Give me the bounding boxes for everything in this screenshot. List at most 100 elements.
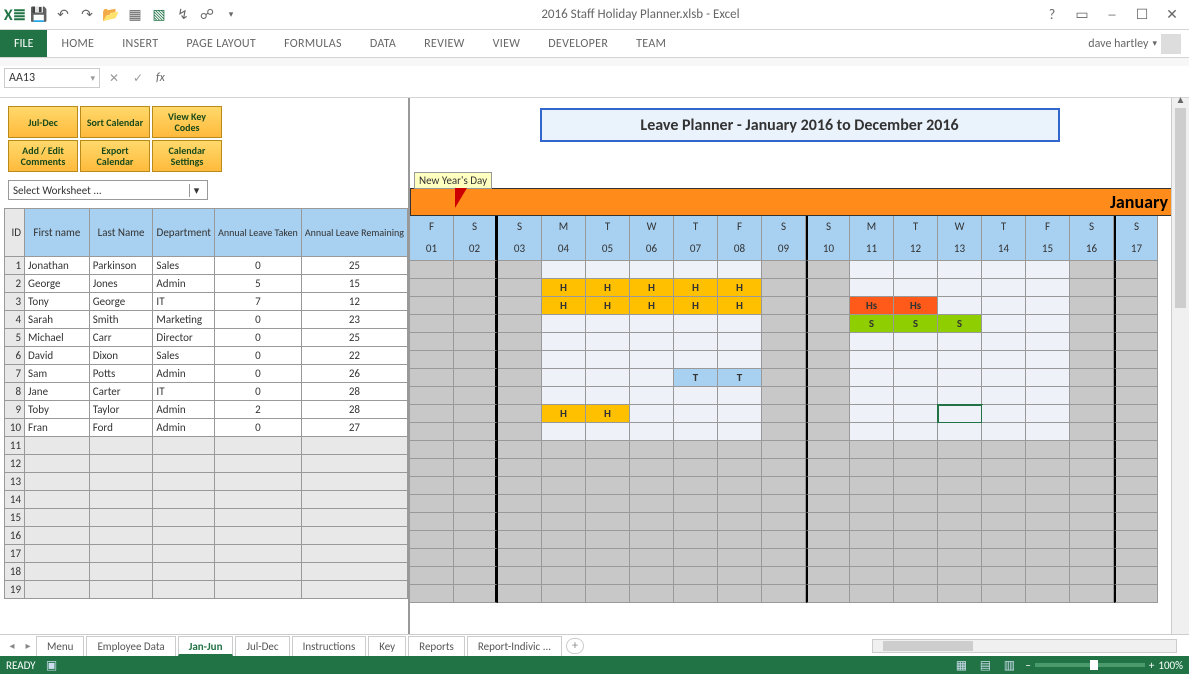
table-row[interactable]: 18: [5, 563, 408, 581]
help-icon[interactable]: ?: [1039, 5, 1065, 25]
cal-cell[interactable]: [1114, 297, 1158, 315]
cal-cell[interactable]: [806, 369, 850, 387]
cal-cell[interactable]: [982, 477, 1026, 495]
hscroll-thumb[interactable]: [883, 641, 973, 651]
cal-cell[interactable]: [938, 513, 982, 531]
cal-cell[interactable]: [982, 405, 1026, 423]
cal-cell[interactable]: [586, 333, 630, 351]
cal-cell[interactable]: [1026, 549, 1070, 567]
name-box[interactable]: AA13 ▾: [4, 68, 100, 88]
qat-icon-2[interactable]: ▧: [148, 4, 170, 26]
cal-cell[interactable]: [630, 513, 674, 531]
calendar-grid[interactable]: HHHHHHHHHHHsHsSSSTTHH: [410, 261, 1189, 603]
table-row[interactable]: 5MichaelCarr Director025: [5, 329, 408, 347]
cal-cell[interactable]: [454, 459, 498, 477]
file-tab[interactable]: FILE: [0, 30, 47, 57]
cal-cell[interactable]: [850, 531, 894, 549]
cal-cell[interactable]: [762, 567, 806, 585]
cal-cell[interactable]: [586, 459, 630, 477]
cal-cell[interactable]: [454, 495, 498, 513]
cal-cell[interactable]: [674, 513, 718, 531]
cal-cell[interactable]: [1070, 279, 1114, 297]
qat-icon-3[interactable]: ↯: [172, 4, 194, 26]
cal-cell[interactable]: [806, 333, 850, 351]
cal-cell[interactable]: [1070, 387, 1114, 405]
cal-cell[interactable]: [894, 549, 938, 567]
qat-more-icon[interactable]: ▾: [220, 4, 242, 26]
cal-cell[interactable]: [410, 495, 454, 513]
cal-cell[interactable]: [894, 351, 938, 369]
cal-cell[interactable]: T: [718, 369, 762, 387]
sheet-tab-instructions[interactable]: Instructions: [292, 636, 367, 656]
cal-cell[interactable]: [674, 387, 718, 405]
cal-cell[interactable]: [454, 567, 498, 585]
cal-cell[interactable]: [1070, 333, 1114, 351]
cal-cell[interactable]: [410, 369, 454, 387]
table-row[interactable]: 17: [5, 545, 408, 563]
cal-cell[interactable]: [1114, 459, 1158, 477]
cal-cell[interactable]: [1026, 477, 1070, 495]
cal-cell[interactable]: [1026, 585, 1070, 603]
cal-cell[interactable]: [674, 585, 718, 603]
minimize-icon[interactable]: ─: [1099, 5, 1125, 25]
cal-cell[interactable]: Hs: [850, 297, 894, 315]
scroll-up-icon[interactable]: ▲: [1172, 92, 1189, 108]
undo-icon[interactable]: ↶: [52, 4, 74, 26]
cal-cell[interactable]: [1026, 423, 1070, 441]
redo-icon[interactable]: ↷: [76, 4, 98, 26]
cal-cell[interactable]: [1070, 531, 1114, 549]
cal-cell[interactable]: [1026, 441, 1070, 459]
cal-cell[interactable]: [718, 585, 762, 603]
cal-cell[interactable]: [498, 495, 542, 513]
cal-cell[interactable]: [806, 495, 850, 513]
cal-cell[interactable]: [454, 261, 498, 279]
cal-cell[interactable]: [586, 549, 630, 567]
cal-cell[interactable]: [850, 441, 894, 459]
cal-cell[interactable]: [630, 315, 674, 333]
cal-cell[interactable]: [586, 387, 630, 405]
cal-cell[interactable]: [1070, 261, 1114, 279]
cal-cell[interactable]: [894, 495, 938, 513]
cal-cell[interactable]: [674, 549, 718, 567]
cal-cell[interactable]: [498, 567, 542, 585]
cal-cell[interactable]: [762, 585, 806, 603]
cal-cell[interactable]: [850, 477, 894, 495]
cal-cell[interactable]: H: [718, 279, 762, 297]
cal-cell[interactable]: [806, 513, 850, 531]
zoom-value[interactable]: 100%: [1158, 659, 1183, 672]
cal-cell[interactable]: [938, 351, 982, 369]
cal-cell[interactable]: [410, 513, 454, 531]
cal-cell[interactable]: [410, 477, 454, 495]
cal-cell[interactable]: [1114, 477, 1158, 495]
cal-cell[interactable]: [1026, 279, 1070, 297]
cal-cell[interactable]: [1114, 279, 1158, 297]
ribbon-tab-team[interactable]: TEAM: [622, 30, 680, 57]
cal-cell[interactable]: [850, 459, 894, 477]
cal-cell[interactable]: [1114, 351, 1158, 369]
cal-cell[interactable]: H: [542, 297, 586, 315]
cal-cell[interactable]: [1114, 531, 1158, 549]
cal-cell[interactable]: [850, 567, 894, 585]
cancel-formula-icon[interactable]: ✕: [104, 71, 124, 86]
cal-cell[interactable]: [718, 513, 762, 531]
table-row[interactable]: 19: [5, 581, 408, 599]
qat-icon-4[interactable]: ☍: [196, 4, 218, 26]
cal-cell[interactable]: [982, 531, 1026, 549]
table-row[interactable]: 3TonyGeorge IT712: [5, 293, 408, 311]
ribbon-tab-formulas[interactable]: FORMULAS: [270, 30, 356, 57]
cal-cell[interactable]: [938, 585, 982, 603]
worksheet-selector[interactable]: Select Worksheet ... ▾: [8, 180, 208, 200]
cal-cell[interactable]: [718, 423, 762, 441]
cal-cell[interactable]: [542, 567, 586, 585]
cal-cell[interactable]: [454, 423, 498, 441]
zoom-out-icon[interactable]: −: [1025, 659, 1030, 672]
cal-cell[interactable]: [762, 387, 806, 405]
cal-cell[interactable]: [542, 459, 586, 477]
ribbon-tab-home[interactable]: HOME: [47, 30, 108, 57]
cal-cell[interactable]: [894, 531, 938, 549]
cal-cell[interactable]: [982, 279, 1026, 297]
cal-cell[interactable]: S: [938, 315, 982, 333]
cal-cell[interactable]: [1070, 405, 1114, 423]
table-row[interactable]: 11: [5, 437, 408, 455]
cal-cell[interactable]: [1026, 369, 1070, 387]
